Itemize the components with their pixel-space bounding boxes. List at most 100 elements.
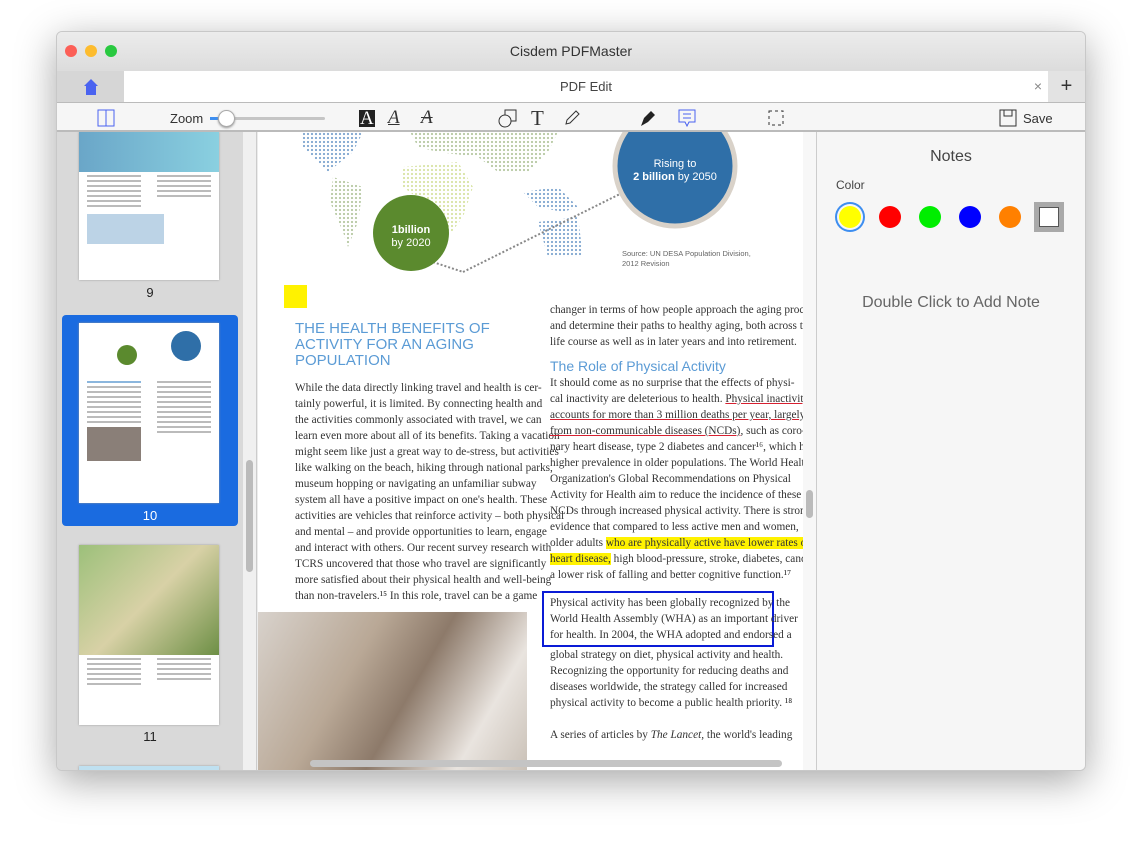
bubble-2050-value: 2 billion	[633, 171, 675, 183]
text-line: than non-travelers.¹⁵ In this role, trav…	[295, 590, 538, 602]
text-line: life course as well as in later years an…	[550, 336, 797, 348]
page-thumbnails-sidebar: 9 10 11	[57, 132, 243, 770]
notes-panel: Notes Color Double Click to Add Note	[817, 132, 1085, 770]
text-line: physical activity to become a public hea…	[550, 697, 793, 709]
sidebar-scroll-thumb[interactable]	[246, 460, 253, 572]
text-underline-tool[interactable]: A	[388, 107, 400, 129]
text-line: While the data directly linking travel a…	[295, 382, 542, 394]
rectangle-annotation[interactable]: Physical activity has been globally reco…	[542, 591, 798, 647]
text-line: Organization's Global Recommendations on…	[550, 473, 791, 485]
bubble-2020-year: by 2020	[391, 237, 431, 249]
color-label: Color	[836, 178, 865, 192]
text-line: nary heart disease, type 2 diabetes and …	[550, 441, 803, 453]
color-swatch-orange[interactable]	[999, 206, 1021, 228]
bubble-2050: Rising to 2 billion by 2050	[608, 158, 742, 184]
page-thumbnail-9[interactable]	[79, 132, 219, 280]
zoom-label: Zoom	[170, 110, 204, 126]
text-line: for health. In 2004, the WHA adopted and…	[550, 629, 792, 641]
text-line: heart disease, high blood-pressure, stro…	[550, 551, 803, 567]
source-line: 2012 Revision	[622, 259, 670, 268]
page-thumbnail-12[interactable]	[79, 766, 219, 770]
highlight-annotation[interactable]: who are physically active have lower rat…	[605, 537, 803, 549]
pdf-page[interactable]: 1billion by 2020 Rising to 2 billion by 20…	[258, 132, 803, 770]
home-button[interactable]	[57, 71, 124, 102]
text-run: the world's leading	[704, 729, 793, 741]
text-tool[interactable]: T	[531, 106, 544, 130]
document-scrollbar[interactable]	[803, 132, 817, 770]
bubble-2020-value: 1billion	[391, 224, 431, 236]
underline-annotation[interactable]: Physical inactivity	[725, 393, 803, 405]
text-line: Activity for Health aim to reduce the in…	[550, 489, 802, 501]
color-swatch-yellow[interactable]	[839, 206, 861, 228]
toggle-sidebar-button[interactable]	[97, 107, 115, 129]
color-swatch-green[interactable]	[919, 206, 941, 228]
heading-line: POPULATION	[295, 352, 391, 369]
minimize-window-button[interactable]	[85, 45, 97, 57]
text-run: A series of articles by	[550, 729, 651, 741]
text-line: and mental – and provide opportunities t…	[295, 526, 547, 538]
text-line: TCRS uncovered that those who travel are…	[295, 558, 547, 570]
sticky-note-marker[interactable]	[284, 285, 307, 308]
close-tab-icon[interactable]: ×	[1034, 71, 1042, 102]
crop-tool[interactable]	[767, 107, 785, 129]
color-swatch-red[interactable]	[879, 206, 901, 228]
zoom-slider-knob[interactable]	[218, 110, 235, 127]
window-title: Cisdem PDFMaster	[509, 43, 633, 59]
sidebar-icon	[97, 109, 115, 127]
underline-annotation[interactable]: from non-communicable diseases (NCDs)	[550, 425, 740, 437]
text-line: and determine their paths to healthy agi…	[550, 320, 803, 332]
sidebar-scrollbar[interactable]	[243, 132, 257, 770]
pencil-tool[interactable]	[563, 107, 581, 129]
text-line: Physical activity has been globally reco…	[550, 597, 790, 609]
heading-line: ACTIVITY FOR AN AGING	[295, 336, 474, 353]
text-line: a lower risk of falling and better cogni…	[550, 569, 792, 581]
zoom-slider[interactable]	[210, 107, 325, 129]
strikethrough-icon: A	[421, 107, 433, 128]
text-line: higher prevalence in older populations. …	[550, 457, 803, 469]
section-heading: THE HEALTH BENEFITS OF ACTIVITY FOR AN AG…	[295, 321, 490, 369]
underline-annotation[interactable]: accounts for more than 3 million deaths …	[550, 407, 803, 423]
text-line: It should come as no surprise that the e…	[550, 377, 795, 389]
document-scroll-thumb[interactable]	[806, 490, 813, 518]
crop-selection-icon	[768, 110, 784, 126]
text-line: activities are vehicles that reinforce a…	[295, 510, 565, 522]
color-swatch-blue[interactable]	[959, 206, 981, 228]
underline-icon: A	[388, 107, 400, 128]
text-line: global strategy on diet, physical activi…	[550, 649, 784, 661]
text-line: might seem like just a great way to de-s…	[295, 446, 559, 458]
text-line: A series of articles by The Lancet, the …	[550, 727, 803, 743]
note-tool[interactable]	[677, 107, 697, 129]
text-line: diseases worldwide, the strategy called …	[550, 681, 788, 693]
bubble-2020: 1billion by 2020	[373, 224, 449, 250]
text-run: , such as coro-	[740, 425, 803, 437]
subheading: The Role of Physical Activity	[550, 358, 726, 374]
text-line: tainly powerful, it is limited. By conne…	[295, 398, 543, 410]
text-line: from non-communicable diseases (NCDs), s…	[550, 423, 803, 439]
text-line: more satisfied about their physical heal…	[295, 574, 552, 586]
text-line: the activities commonly associated with …	[295, 414, 542, 426]
text-highlight-tool[interactable]: A	[359, 107, 375, 129]
add-note-hint: Double Click to Add Note	[862, 294, 1040, 311]
note-icon	[678, 109, 696, 128]
signature-tool[interactable]	[639, 107, 657, 129]
text-line: World Health Assembly (WHA) as an import…	[550, 613, 798, 625]
save-button[interactable]: Save	[999, 107, 1053, 129]
color-swatch-white[interactable]	[1034, 202, 1064, 232]
zoom-window-button[interactable]	[105, 45, 117, 57]
horizontal-scrollbar[interactable]	[310, 760, 782, 767]
tab-pdf-edit[interactable]: PDF Edit ×	[124, 71, 1048, 102]
left-column-text: While the data directly linking travel a…	[295, 380, 564, 604]
page-thumbnail-11[interactable]	[79, 545, 219, 725]
text-strikethrough-tool[interactable]: A	[421, 107, 433, 129]
text-line: older adults who are physically active h…	[550, 535, 803, 551]
source-line: Source: UN DESA Population Division,	[622, 249, 751, 258]
text-line: and interact with others. Our recent sur…	[295, 542, 552, 554]
page-thumbnail-10[interactable]	[79, 323, 219, 503]
title-bar: Cisdem PDFMaster	[57, 32, 1085, 71]
highlight-annotation[interactable]: heart disease,	[550, 553, 611, 565]
new-tab-button[interactable]: +	[1048, 71, 1085, 102]
heading-line: THE HEALTH BENEFITS OF	[295, 320, 490, 337]
shape-tool[interactable]	[498, 107, 518, 129]
tab-bar: PDF Edit × +	[57, 71, 1085, 102]
close-window-button[interactable]	[65, 45, 77, 57]
